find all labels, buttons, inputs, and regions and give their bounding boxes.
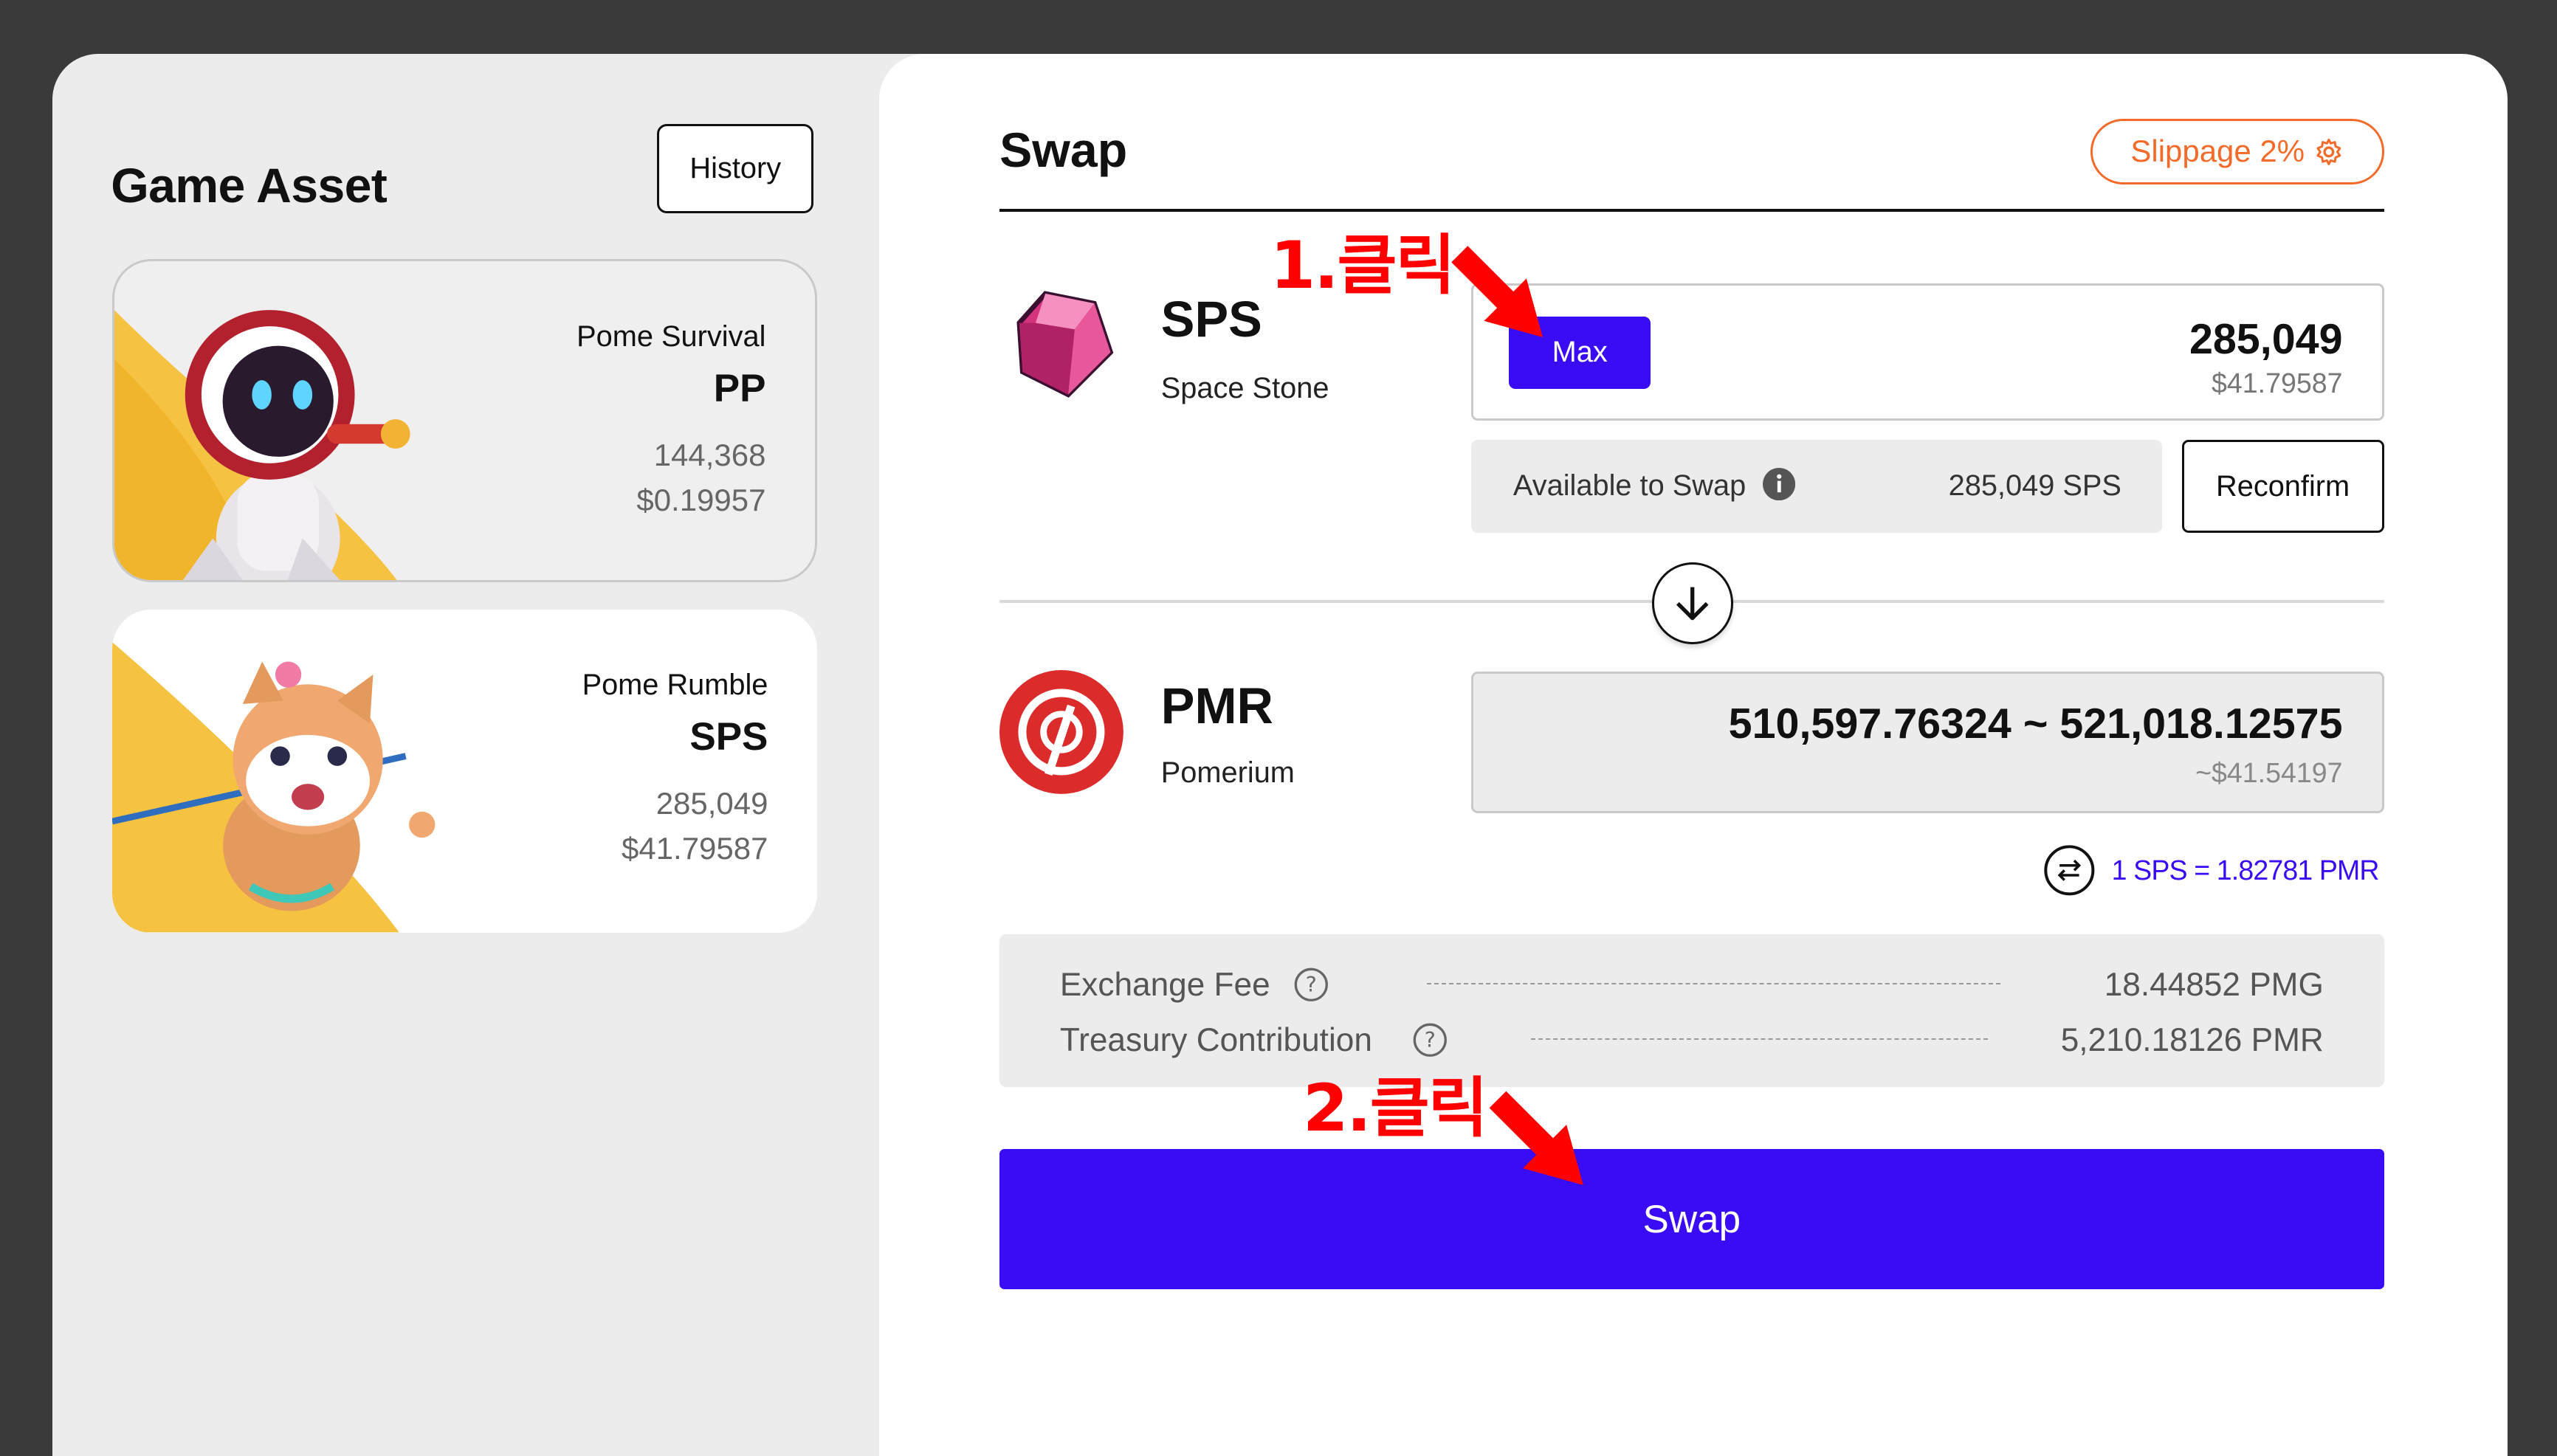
asset-card-pome-survival[interactable]: Pome Survival PP 144,368 $0.19957 xyxy=(112,259,817,582)
asset-game-name: Pome Rumble xyxy=(582,668,768,701)
reconfirm-button[interactable]: Reconfirm xyxy=(2181,440,2384,534)
asset-game-name: Pome Survival xyxy=(577,320,766,353)
exchange-rate: 1 SPS = 1.82781 PMR xyxy=(2043,843,2384,898)
switch-direction-button[interactable] xyxy=(1651,562,1734,644)
game-asset-title: Game Asset xyxy=(111,159,388,214)
annotation-arrow-1 xyxy=(1450,246,1543,338)
annotation-arrow-2 xyxy=(1489,1091,1583,1185)
asset-usd-value: $41.79587 xyxy=(622,830,768,866)
to-token-symbol: PMR xyxy=(1160,677,1273,734)
from-amount-value: 285,049 xyxy=(2189,316,2343,364)
annotation-step2: 2.클릭 xyxy=(1302,1070,1488,1147)
fee-dotted-leader xyxy=(1531,1038,1988,1040)
available-label: Available to Swap xyxy=(1512,469,1746,503)
available-to-swap: Available to Swap 285,049 SPS xyxy=(1470,440,2163,534)
exchange-rate-text: 1 SPS = 1.82781 PMR xyxy=(2111,855,2380,886)
asset-amount: 144,368 xyxy=(653,437,766,472)
to-amount-output: 510,597.76324 ~ 521,018.12575 ~$41.54197 xyxy=(1470,672,2384,814)
slippage-label: Slippage 2% xyxy=(2130,134,2305,169)
to-amount-usd: ~$41.54197 xyxy=(2195,756,2343,788)
to-token-name: Pomerium xyxy=(1160,756,1295,789)
treasury-contribution-label: Treasury Contribution xyxy=(1059,1022,1372,1059)
asset-amount: 285,049 xyxy=(655,785,768,821)
asset-symbol: PP xyxy=(713,367,766,411)
to-amount-value: 510,597.76324 ~ 521,018.12575 xyxy=(1728,700,2343,748)
pmr-logo-icon xyxy=(999,669,1123,794)
swap-button[interactable]: Swap xyxy=(999,1149,2384,1290)
sps-gem-icon xyxy=(1016,290,1114,398)
from-token-name: Space Stone xyxy=(1160,371,1329,404)
swap-panel: Swap Slippage 2% SPS Space Stone Max 285… xyxy=(878,53,2508,1456)
exchange-fee-label: Exchange Fee xyxy=(1059,966,1270,1003)
swap-direction-icon[interactable] xyxy=(2043,844,2096,897)
svg-text:?: ? xyxy=(1425,1027,1436,1052)
game-asset-panel: Game Asset History Pome Survival PP 144,… xyxy=(52,53,933,1456)
svg-text:?: ? xyxy=(1305,972,1316,997)
swap-title: Swap xyxy=(999,123,1128,178)
cat-character-icon xyxy=(112,661,436,911)
from-amount-usd: $41.79587 xyxy=(2212,367,2343,398)
arrow-down-icon xyxy=(1676,587,1709,620)
history-button[interactable]: History xyxy=(657,123,814,214)
fee-details: Exchange Fee ? 18.44852 PMG Treasury Con… xyxy=(999,934,2384,1088)
header-divider xyxy=(999,208,2384,213)
annotation-step1: 1.클릭 xyxy=(1270,227,1456,304)
exchange-fee-value: 18.44852 PMG xyxy=(2104,966,2324,1003)
question-icon[interactable]: ? xyxy=(1412,1022,1448,1058)
fee-dotted-leader xyxy=(1426,983,2001,984)
question-icon[interactable]: ? xyxy=(1293,967,1329,1003)
from-amount-input[interactable]: Max 285,049 $41.79587 xyxy=(1470,283,2384,421)
asset-usd-value: $0.19957 xyxy=(636,483,766,517)
info-icon[interactable] xyxy=(1762,467,1796,501)
asset-card-pome-rumble[interactable]: Pome Rumble SPS 285,049 $41.79587 xyxy=(112,610,817,933)
slippage-button[interactable]: Slippage 2% xyxy=(2090,119,2384,184)
from-token-symbol: SPS xyxy=(1160,291,1262,348)
gear-icon xyxy=(2316,138,2341,165)
available-value: 285,049 SPS xyxy=(1948,469,2121,503)
astronaut-character-icon xyxy=(183,310,410,580)
treasury-contribution-value: 5,210.18126 PMR xyxy=(2060,1022,2324,1059)
asset-symbol: SPS xyxy=(689,715,768,759)
